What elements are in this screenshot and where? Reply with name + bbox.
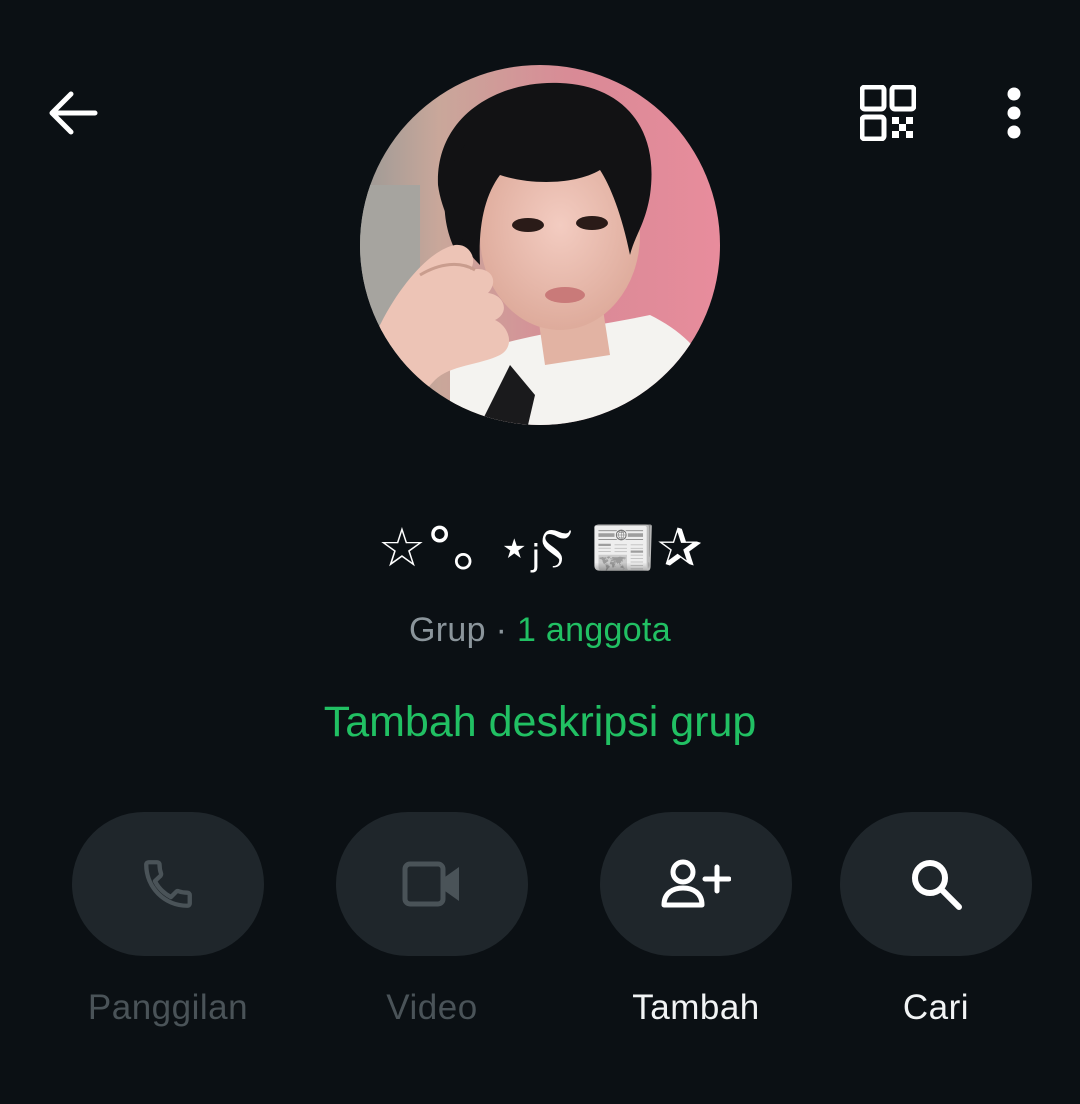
group-avatar[interactable] bbox=[360, 65, 720, 425]
meta-separator: · bbox=[485, 611, 517, 649]
group-name: ☆°｡ ⋆ⱼⲊ 📰✰ bbox=[377, 516, 703, 579]
phone-icon bbox=[144, 860, 192, 908]
add-member-label: Tambah bbox=[632, 988, 760, 1027]
add-description-link[interactable]: Tambah deskripsi grup bbox=[0, 694, 1080, 750]
add-member-action[interactable]: Tambah bbox=[600, 812, 792, 1030]
search-icon bbox=[912, 860, 962, 910]
search-label: Cari bbox=[902, 988, 970, 1027]
call-label: Panggilan bbox=[87, 988, 249, 1027]
group-meta: Grup · 1 anggota bbox=[0, 608, 1080, 652]
more-vertical-icon bbox=[1007, 87, 1021, 139]
arrow-left-icon bbox=[49, 91, 98, 135]
search-button[interactable] bbox=[840, 812, 1032, 956]
group-type-label: Grup bbox=[409, 611, 486, 649]
call-action[interactable]: Panggilan bbox=[72, 812, 264, 1030]
search-action[interactable]: Cari bbox=[840, 812, 1032, 1030]
qr-code-icon bbox=[860, 85, 916, 141]
video-camera-icon bbox=[402, 861, 459, 907]
video-button[interactable] bbox=[336, 812, 528, 956]
more-options-button[interactable] bbox=[976, 70, 1052, 156]
members-count-link[interactable]: 1 anggota bbox=[517, 611, 671, 649]
video-label: Video bbox=[386, 988, 478, 1027]
back-button[interactable] bbox=[28, 70, 118, 156]
add-member-button[interactable] bbox=[600, 812, 792, 956]
video-action[interactable]: Video bbox=[336, 812, 528, 1030]
add-person-icon bbox=[661, 859, 731, 908]
call-button[interactable] bbox=[72, 812, 264, 956]
qr-code-button[interactable] bbox=[842, 70, 934, 156]
avatar-photo bbox=[360, 65, 720, 425]
